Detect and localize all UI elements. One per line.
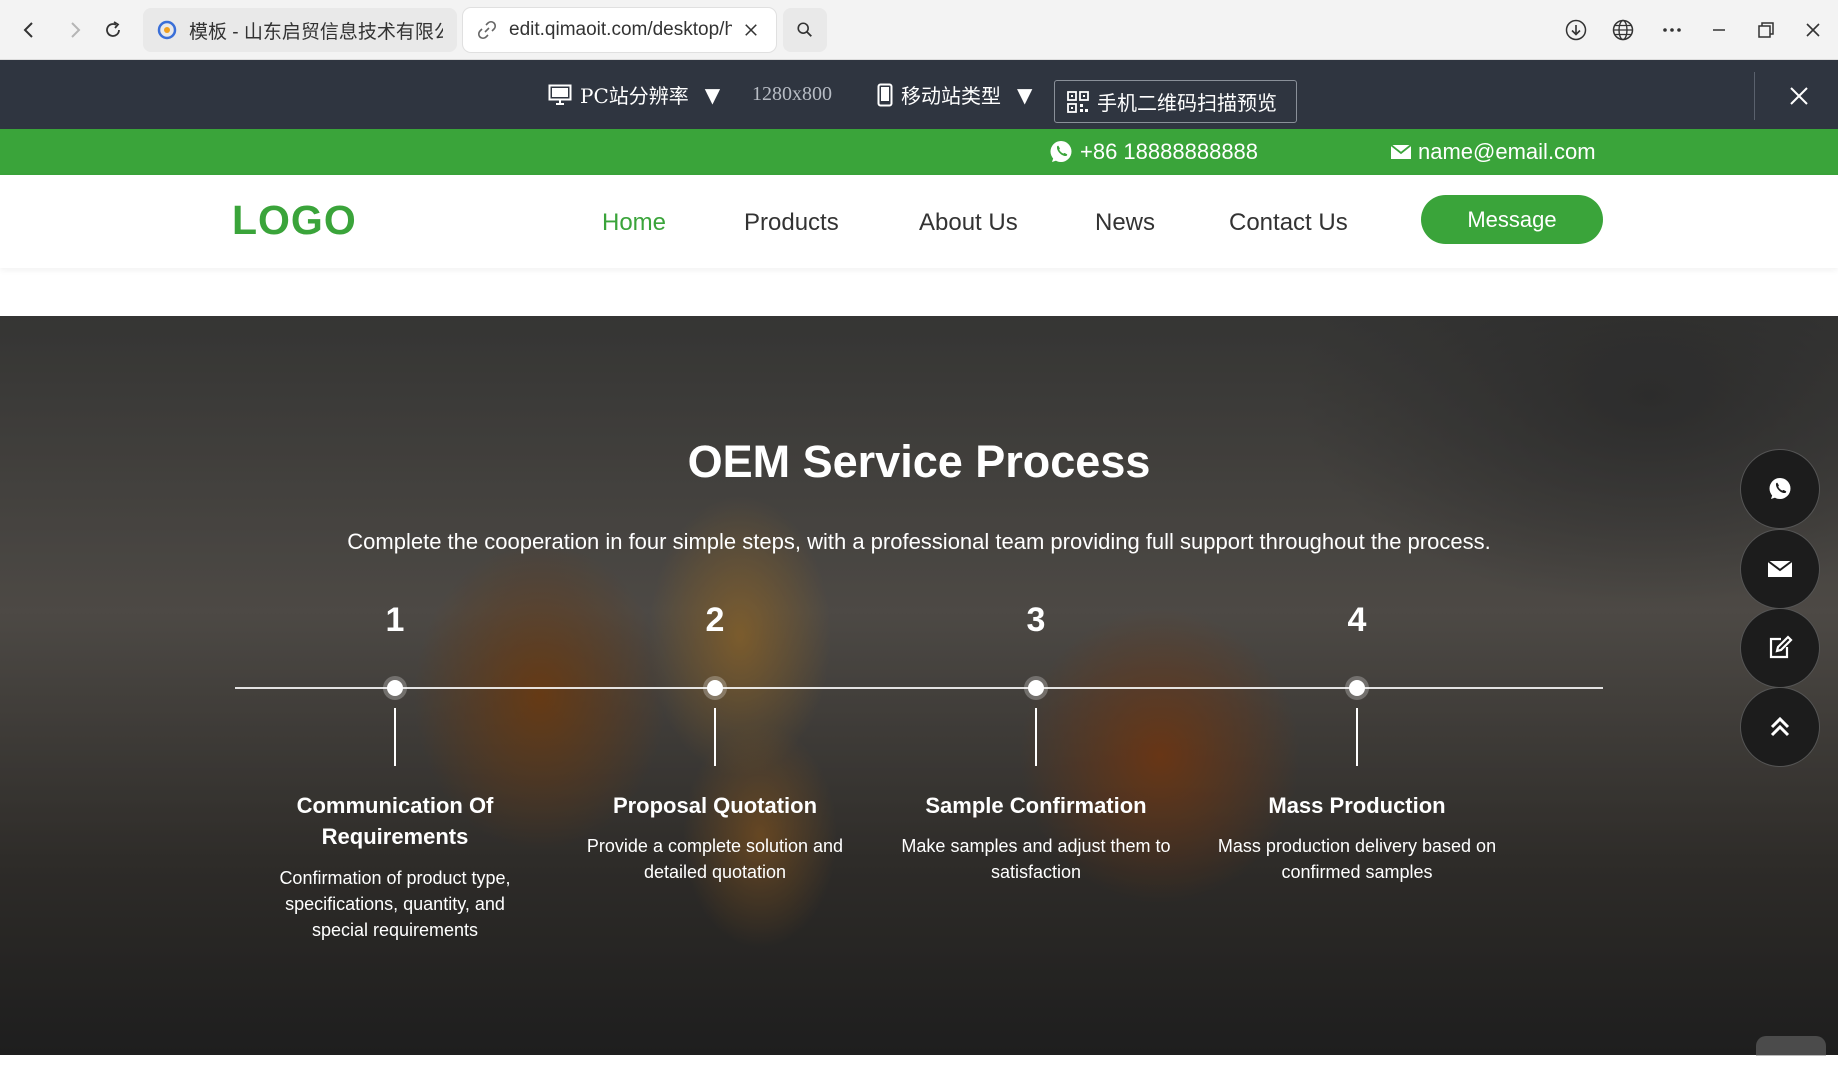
close-window-button[interactable] [1795, 12, 1831, 48]
nav-about-us[interactable]: About Us [919, 209, 1018, 237]
downloads-button[interactable] [1558, 12, 1594, 48]
site-favicon-icon [157, 20, 177, 40]
download-icon [1565, 19, 1587, 41]
tab-title: 模板 - 山东启贸信息技术有限公司 [189, 21, 443, 43]
message-button[interactable]: Message [1421, 195, 1603, 244]
close-tab-icon[interactable] [740, 19, 762, 41]
close-icon [1790, 87, 1808, 105]
hero-background-image [0, 316, 1838, 1055]
float-whatsapp-button[interactable] [1740, 449, 1820, 529]
minimize-icon [1713, 29, 1725, 31]
mail-icon [1390, 144, 1412, 159]
timeline-dot [1028, 680, 1044, 696]
qr-code-icon [1067, 90, 1089, 113]
mobile-type-dropdown[interactable]: 移动站类型 ▼ [877, 60, 1032, 129]
edit-icon [1769, 635, 1793, 659]
site-header: LOGO Home Products About Us News Contact… [0, 175, 1838, 268]
float-email-button[interactable] [1740, 529, 1820, 609]
browser-toolbar: 模板 - 山东启贸信息技术有限公司 edit.qimaoit.com/deskt… [0, 0, 1838, 60]
oem-process-section: OEM Service Process Complete the coopera… [0, 316, 1838, 1055]
minimize-button[interactable] [1701, 12, 1737, 48]
section-subtitle: Complete the cooperation in four simple … [347, 529, 1491, 554]
timeline-stem [714, 708, 716, 766]
step-number: 4 [1347, 601, 1367, 639]
whatsapp-icon [1769, 478, 1791, 499]
browser-tab-active[interactable]: edit.qimaoit.com/desktop/h [463, 8, 776, 52]
timeline-stem [1035, 708, 1037, 766]
mobile-type-label: 移动站类型 [901, 84, 1001, 108]
mail-icon [1767, 560, 1793, 577]
timeline-dot [707, 680, 723, 696]
contact-topbar: +86 18888888888 name@email.com [0, 129, 1838, 175]
step-number: 1 [385, 601, 405, 639]
pc-resolution-dropdown[interactable]: PC站分辨率 ▼ [548, 60, 720, 129]
translate-button[interactable] [1605, 12, 1641, 48]
step-title: Sample Confirmation [925, 793, 1147, 818]
nav-products[interactable]: Products [744, 209, 839, 237]
step-number: 2 [705, 601, 725, 639]
back-arrow-icon [23, 22, 33, 38]
dropdown-arrow-icon: ▼ [704, 82, 721, 107]
restore-icon [1758, 22, 1774, 38]
browser-tab[interactable]: 模板 - 山东启贸信息技术有限公司 [143, 8, 457, 52]
corner-badge [1756, 1036, 1826, 1056]
back-button[interactable] [12, 13, 46, 47]
step-title: Proposal Quotation [612, 793, 818, 818]
float-back-to-top-button[interactable] [1740, 687, 1820, 767]
globe-icon [1612, 19, 1634, 41]
site-logo[interactable]: LOGO [232, 197, 357, 244]
tab-title: edit.qimaoit.com/desktop/h [509, 19, 732, 40]
mobile-phone-icon [877, 83, 893, 106]
step-description: Provide a complete solution and detailed… [586, 836, 844, 882]
reload-icon [106, 21, 120, 37]
link-icon [477, 20, 497, 40]
nav-news[interactable]: News [1095, 209, 1155, 237]
close-icon [1806, 23, 1820, 37]
topbar-email[interactable]: name@email.com [1390, 129, 1596, 175]
timeline-dot [1349, 680, 1365, 696]
reload-button[interactable] [96, 13, 130, 47]
step-title: Mass Production [1268, 793, 1446, 818]
back-to-top-icon [1770, 716, 1790, 737]
search-icon [797, 22, 812, 37]
more-dots-icon [1663, 28, 1681, 32]
forward-button[interactable] [58, 13, 92, 47]
section-title: OEM Service Process [687, 436, 1151, 487]
nav-home[interactable]: Home [602, 209, 666, 237]
dropdown-arrow-icon: ▼ [1017, 82, 1033, 107]
timeline-stem [394, 708, 396, 766]
resolution-value: 1280x800 [752, 83, 832, 105]
qr-preview-button[interactable]: 手机二维码扫描预览 [1054, 80, 1297, 123]
search-tab-button[interactable] [783, 8, 827, 52]
qr-preview-label: 手机二维码扫描预览 [1097, 91, 1277, 115]
close-preview-button[interactable] [1781, 78, 1817, 114]
monitor-icon [548, 84, 572, 105]
step-title: Communication Of Requirements [296, 793, 494, 849]
pc-resolution-label: PC站分辨率 [580, 84, 689, 108]
topbar-phone[interactable]: +86 18888888888 [1048, 129, 1258, 175]
timeline-dot [387, 680, 403, 696]
timeline-line [235, 687, 1603, 689]
phone-number: +86 18888888888 [1080, 139, 1259, 164]
restore-button[interactable] [1748, 12, 1784, 48]
float-feedback-button[interactable] [1740, 608, 1820, 688]
step-description: Mass production delivery based on confir… [1217, 836, 1497, 882]
email-address: name@email.com [1418, 139, 1596, 164]
toolbar-divider [1754, 72, 1755, 120]
step-description: Make samples and adjust them to satisfac… [901, 836, 1171, 882]
step-description: Confirmation of product type, specificat… [279, 868, 511, 940]
nav-contact-us[interactable]: Contact Us [1229, 209, 1348, 237]
forward-arrow-icon [71, 22, 81, 38]
step-number: 3 [1026, 601, 1046, 639]
timeline-stem [1356, 708, 1358, 766]
more-menu-button[interactable] [1654, 12, 1690, 48]
whatsapp-icon [1050, 141, 1072, 162]
